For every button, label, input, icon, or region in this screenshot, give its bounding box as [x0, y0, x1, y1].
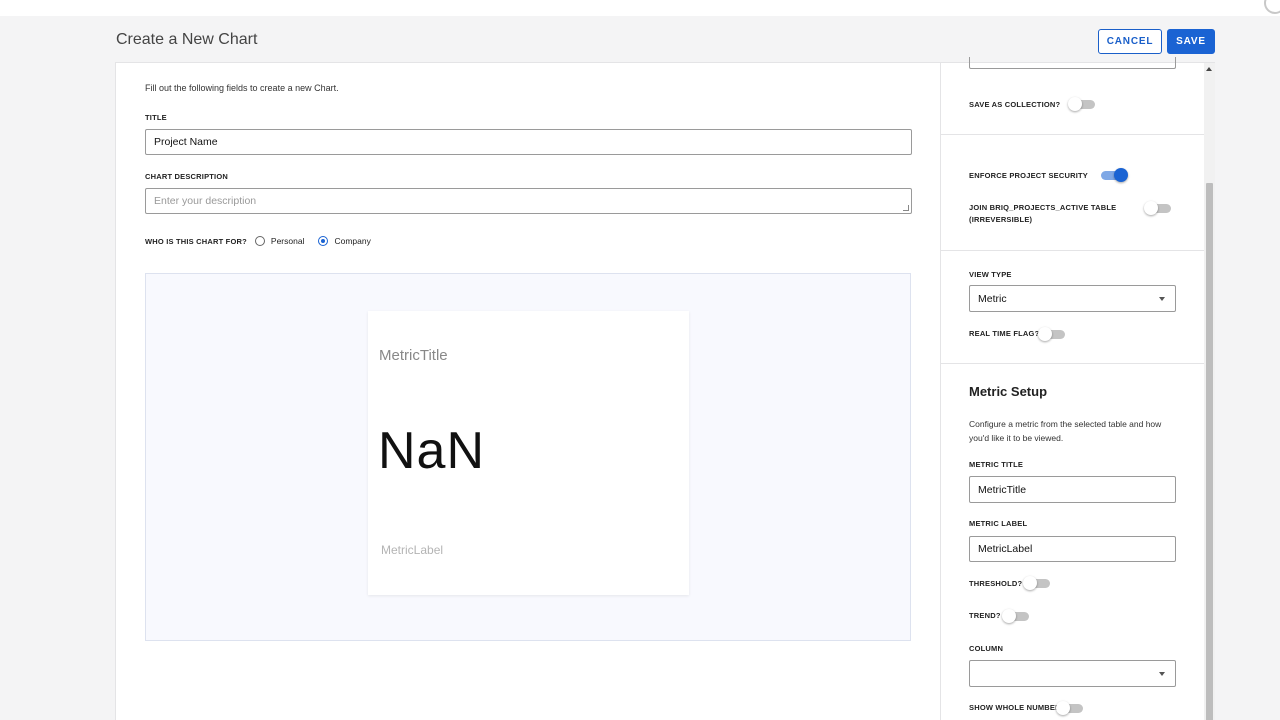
- trend-label: TREND?: [969, 611, 1001, 620]
- view-type-value: Metric: [978, 292, 1007, 305]
- title-input[interactable]: Project Name: [145, 129, 912, 155]
- metric-label-input[interactable]: MetricLabel: [969, 536, 1176, 562]
- metric-preview-card: MetricTitle NaN MetricLabel: [368, 311, 689, 595]
- join-table-label-line2: (IRREVERSIBLE): [969, 215, 1033, 224]
- radio-personal-label: Personal: [270, 235, 305, 246]
- metric-preview-title: MetricTitle: [379, 347, 448, 364]
- title-label: TITLE: [145, 113, 167, 122]
- toggle-knob: [1144, 201, 1158, 215]
- description-label: CHART DESCRIPTION: [145, 172, 228, 181]
- toggle-knob: [1023, 576, 1037, 590]
- page-title: Create a New Chart: [116, 31, 258, 48]
- radio-company[interactable]: Company: [318, 235, 371, 246]
- security-section: ENFORCE PROJECT SECURITY JOIN Briq_Proje…: [941, 135, 1204, 251]
- view-type-select[interactable]: Metric: [969, 285, 1176, 312]
- profile-circle-icon[interactable]: [1264, 0, 1280, 14]
- metric-label-input-value: MetricLabel: [978, 543, 1033, 555]
- toggle-knob: [1038, 327, 1052, 341]
- metric-label-label: METRIC LABEL: [969, 519, 1028, 528]
- chart-preview: MetricTitle NaN MetricLabel: [145, 273, 911, 641]
- description-placeholder: Enter your description: [154, 195, 257, 207]
- radio-personal-circle-icon[interactable]: [254, 235, 265, 246]
- enforce-security-toggle[interactable]: [1101, 168, 1128, 182]
- view-type-label: VIEW TYPE: [969, 270, 1012, 279]
- scrollbar-thumb[interactable]: [1206, 183, 1213, 720]
- join-table-toggle[interactable]: [1144, 201, 1171, 215]
- form-intro: Fill out the following fields to create …: [145, 83, 339, 93]
- chevron-down-icon: [1159, 296, 1165, 301]
- metric-title-input-value: MetricTitle: [978, 483, 1027, 496]
- threshold-toggle[interactable]: [1023, 576, 1050, 590]
- metric-preview-value: NaN: [378, 422, 486, 480]
- radio-company-circle-icon[interactable]: [318, 235, 329, 246]
- view-type-section: VIEW TYPE Metric REAL TIME FLAG?: [941, 251, 1204, 364]
- toggle-knob: [1056, 701, 1070, 715]
- save-as-collection-toggle[interactable]: [1068, 97, 1095, 111]
- real-time-flag-label: REAL TIME FLAG?: [969, 329, 1040, 338]
- save-button[interactable]: SAVE: [1167, 29, 1215, 54]
- description-textarea[interactable]: Enter your description: [145, 188, 912, 214]
- metric-title-label: METRIC TITLE: [969, 460, 1024, 469]
- join-table-label-line1: JOIN Briq_Projects_Active TABLE: [969, 203, 1117, 212]
- settings-sidebar: SAVE AS COLLECTION? ENFORCE PROJECT SECU…: [940, 57, 1204, 720]
- radio-personal[interactable]: Personal: [254, 235, 305, 246]
- metric-preview-label: MetricLabel: [381, 543, 444, 557]
- column-select[interactable]: [969, 660, 1176, 687]
- audience-radio-group: WHO IS THIS CHART FOR? Personal Company: [145, 235, 385, 246]
- main-form: Fill out the following fields to create …: [116, 63, 940, 720]
- toggle-knob: [1068, 97, 1082, 111]
- threshold-label: THRESHOLD?: [969, 579, 1023, 588]
- cancel-button[interactable]: CANCEL: [1098, 29, 1162, 54]
- chevron-down-icon: [1159, 671, 1165, 676]
- collection-section: SAVE AS COLLECTION?: [941, 57, 1204, 135]
- trend-toggle[interactable]: [1002, 609, 1029, 623]
- audience-question: WHO IS THIS CHART FOR?: [145, 237, 247, 246]
- scroll-up-icon[interactable]: [1206, 67, 1212, 71]
- column-label: COLUMN: [969, 644, 1004, 653]
- metric-title-input[interactable]: MetricTitle: [969, 476, 1176, 503]
- top-bar: [0, 0, 1280, 16]
- chart-form-card: Fill out the following fields to create …: [115, 57, 1215, 720]
- show-whole-number-label: SHOW WHOLE NUMBER: [969, 703, 1061, 712]
- partial-input-field[interactable]: [969, 57, 1176, 69]
- sidebar-scrollbar[interactable]: [1204, 63, 1215, 720]
- enforce-security-label: ENFORCE PROJECT SECURITY: [969, 171, 1088, 180]
- title-input-value: Project Name: [154, 136, 218, 148]
- resize-handle-icon[interactable]: [903, 205, 909, 211]
- radio-company-label: Company: [334, 235, 371, 246]
- save-as-collection-label: SAVE AS COLLECTION?: [969, 100, 1061, 109]
- metric-setup-description: Configure a metric from the selected tab…: [969, 419, 1162, 443]
- real-time-flag-toggle[interactable]: [1038, 327, 1065, 341]
- toggle-knob: [1002, 609, 1016, 623]
- metric-setup-heading: Metric Setup: [969, 384, 1048, 399]
- join-table-label: JOIN Briq_Projects_Active TABLE (IRREVER…: [969, 202, 1119, 226]
- toggle-knob: [1114, 168, 1128, 182]
- show-whole-number-toggle[interactable]: [1056, 701, 1083, 715]
